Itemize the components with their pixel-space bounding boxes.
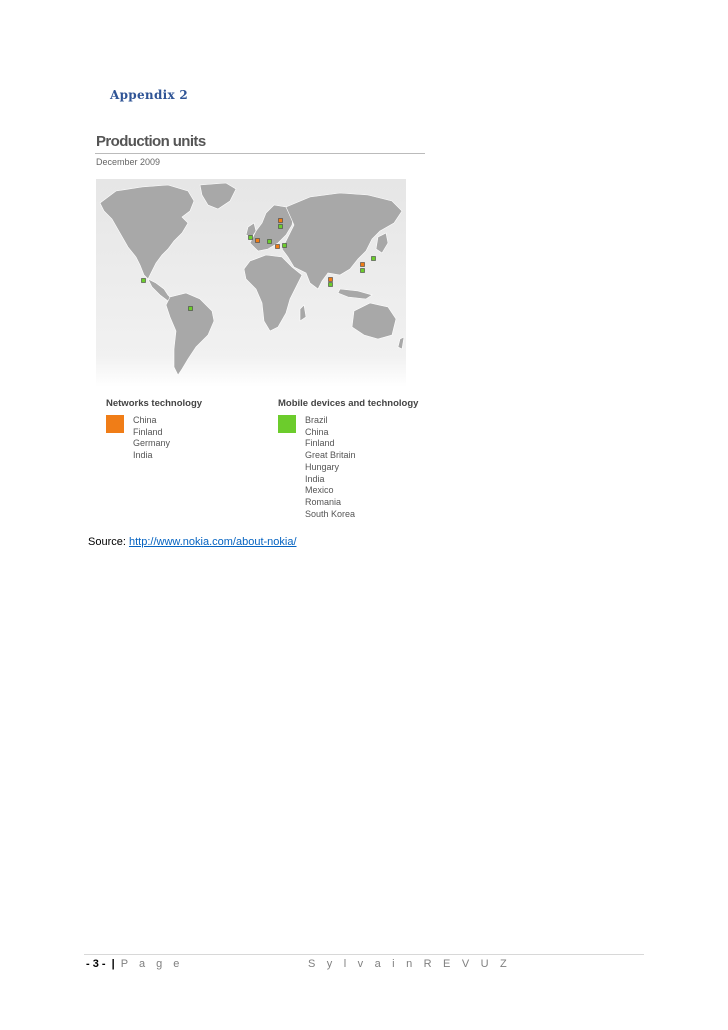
marker-india-mobile [328,282,333,287]
legend-item: Germany [133,438,171,449]
marker-great-britain [248,235,253,240]
figure-title: Production units [96,133,206,150]
marker-mexico [141,278,146,283]
marker-finland-networks [278,218,283,223]
marker-romania [275,244,280,249]
marker-brazil [188,306,193,311]
legend-item: Finland [133,426,163,437]
legend-mobile-title: Mobile devices and technology [278,398,419,409]
legend-item: Hungary [305,461,340,472]
legend-item: South Korea [305,508,356,519]
legend-item: Mexico [305,485,334,496]
footer-rule [84,954,644,955]
appendix-heading: Appendix 2 [110,88,189,102]
source-link[interactable]: http://www.nokia.com/about-nokia/ [129,536,297,548]
legend-item: China [133,415,157,425]
legend-item: China [305,426,329,437]
legend-mobile: Mobile devices and technology Brazil Chin… [278,398,418,520]
world-map-svg [96,179,406,387]
marker-south-korea [371,256,376,261]
legend-networks-list: China Finland Germany India [133,415,202,462]
legend-item: Brazil [305,415,328,425]
legend-item: India [305,473,325,484]
marker-china-networks [360,262,365,267]
marker-india-networks [328,277,333,282]
legend-networks-swatch [106,415,124,433]
legend-item: Finland [305,438,335,449]
figure-date: December 2009 [96,157,161,167]
marker-romania-b [282,243,287,248]
world-map [96,179,406,387]
footer-author: S y l v a i n R E V U Z [308,958,511,970]
legend-mobile-swatch [278,415,296,433]
legend-item: Romania [305,496,342,507]
legend-networks-title: Networks technology [106,398,203,409]
source-line: Source: http://www.nokia.com/about-nokia… [88,536,297,548]
legend-item: India [133,450,153,461]
legend-networks: Networks technology China Finland Germany I… [106,398,202,462]
marker-china-mobile [360,268,365,273]
legend-mobile-list: Brazil China Finland Great Britain Hungary In… [305,415,418,520]
legend-item: Great Britain [305,450,356,461]
marker-hungary [267,239,272,244]
marker-germany [255,238,260,243]
source-label: Source: [88,536,126,548]
marker-finland-mobile [278,224,283,229]
production-units-figure: Production units December 2009 Networks … [90,125,430,525]
figure-title-rule [95,153,425,154]
footer-page-label: P a g e [120,958,184,970]
footer-page: - 3 - | P a g e [86,958,183,970]
footer-page-number: - 3 - [86,958,106,970]
footer-separator: | [111,958,115,970]
